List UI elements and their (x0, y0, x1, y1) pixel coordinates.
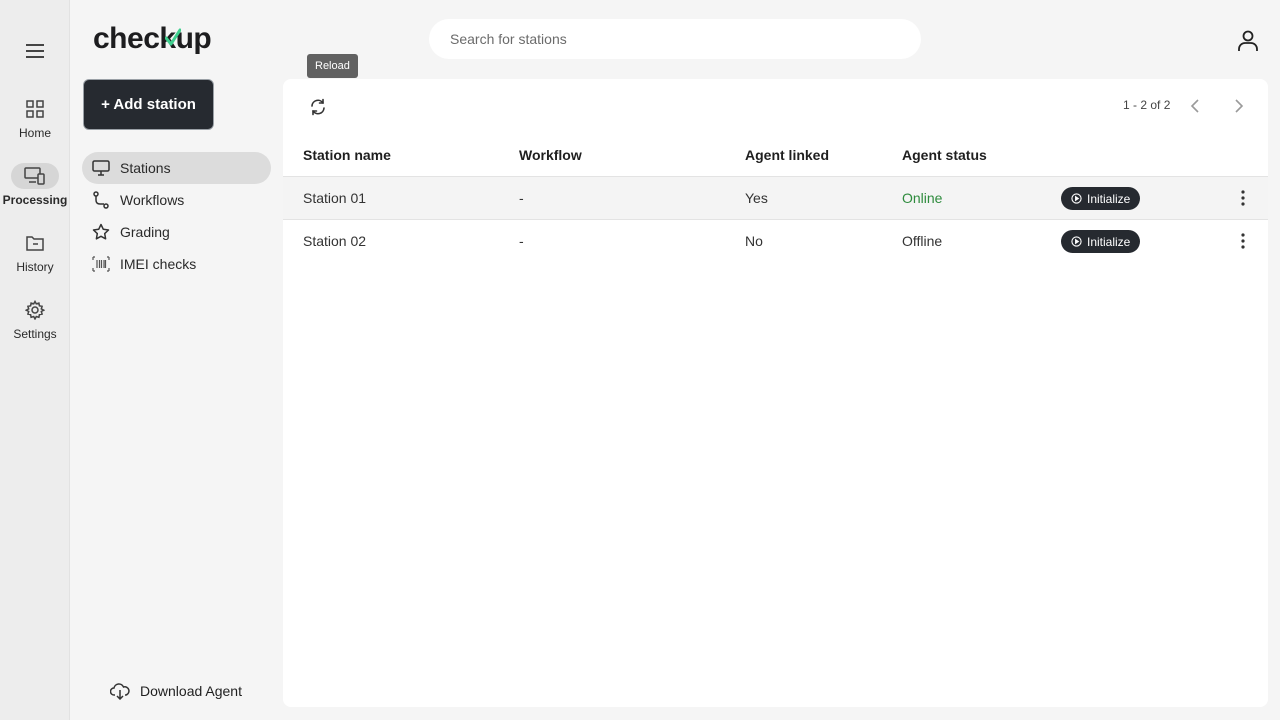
monitor-icon (92, 159, 110, 177)
rail-item-processing[interactable]: Processing (0, 163, 70, 207)
download-agent-label: Download Agent (140, 683, 242, 699)
sub-nav-item-imei-checks[interactable]: IMEI checks (82, 248, 271, 280)
initialize-label: Initialize (1087, 191, 1131, 206)
user-account-icon[interactable] (1236, 28, 1260, 52)
agent-status-cell: Offline (902, 233, 943, 249)
rail-item-label: Settings (13, 327, 57, 341)
column-header[interactable]: Agent linked (745, 147, 829, 163)
download-agent-link[interactable]: Download Agent (110, 682, 242, 700)
rail-item-home[interactable]: Home (0, 96, 70, 140)
rail-item-settings[interactable]: Settings (0, 297, 70, 341)
rail-item-label: Processing (2, 193, 68, 207)
check-icon (165, 28, 181, 46)
more-vert-icon[interactable] (1233, 231, 1253, 251)
column-header[interactable]: Workflow (519, 147, 582, 163)
route-icon (92, 191, 110, 209)
table-row[interactable]: Station 02 - No Offline Initialize (283, 219, 1268, 262)
table-header: Station name Workflow Agent linked Agent… (283, 134, 1268, 177)
station-name: Station 02 (303, 233, 367, 249)
pagination-range: 1 - 2 of 2 (1123, 98, 1171, 112)
sub-nav-item-grading[interactable]: Grading (82, 216, 271, 248)
sub-nav-item-stations[interactable]: Stations (82, 152, 271, 184)
reload-icon[interactable] (307, 96, 329, 118)
sub-nav-list: Stations Workflows Grading IMEI checks (82, 152, 271, 280)
sub-nav-label: IMEI checks (120, 256, 197, 272)
sub-nav-label: Grading (120, 224, 170, 240)
reload-tooltip: Reload (307, 54, 358, 78)
rail-item-label: History (16, 260, 54, 274)
devices-icon (24, 167, 45, 185)
sub-nav: checkup + Add station Stations Workflows… (70, 0, 282, 720)
folder-icon (26, 236, 44, 251)
chevron-left-icon[interactable] (1185, 96, 1205, 116)
gear-icon (25, 300, 45, 320)
column-header[interactable]: Agent status (902, 147, 987, 163)
initialize-label: Initialize (1087, 234, 1131, 249)
app-logo: checkup (93, 22, 212, 55)
table-row[interactable]: Station 01 - Yes Online Initialize (283, 176, 1268, 219)
search-input[interactable] (429, 19, 921, 59)
more-vert-icon[interactable] (1233, 188, 1253, 208)
play-circle-icon (1071, 193, 1082, 204)
agent-linked-cell: No (745, 233, 763, 249)
sub-nav-label: Workflows (120, 192, 185, 208)
station-name: Station 01 (303, 190, 367, 206)
column-header[interactable]: Station name (303, 147, 391, 163)
cloud-download-icon (110, 682, 130, 700)
workflow-cell: - (519, 233, 524, 249)
rail-item-label: Home (18, 126, 51, 140)
nav-rail: Home Processing History Settings (0, 0, 70, 720)
add-station-button[interactable]: + Add station (83, 79, 214, 130)
play-circle-icon (1071, 236, 1082, 247)
sub-nav-label: Stations (120, 160, 171, 176)
stations-card: 1 - 2 of 2 Station name Workflow Agent l… (283, 79, 1268, 707)
agent-linked-cell: Yes (745, 190, 768, 206)
barcode-icon (92, 255, 110, 273)
star-icon (92, 223, 110, 241)
chevron-right-icon[interactable] (1229, 96, 1249, 116)
hamburger-menu-icon[interactable] (22, 40, 48, 62)
workflow-cell: - (519, 190, 524, 206)
initialize-button[interactable]: Initialize (1061, 187, 1141, 210)
sub-nav-item-workflows[interactable]: Workflows (82, 184, 271, 216)
initialize-button[interactable]: Initialize (1061, 230, 1141, 253)
grid-icon (26, 100, 44, 118)
rail-item-history[interactable]: History (0, 230, 70, 274)
agent-status-cell: Online (902, 190, 943, 206)
